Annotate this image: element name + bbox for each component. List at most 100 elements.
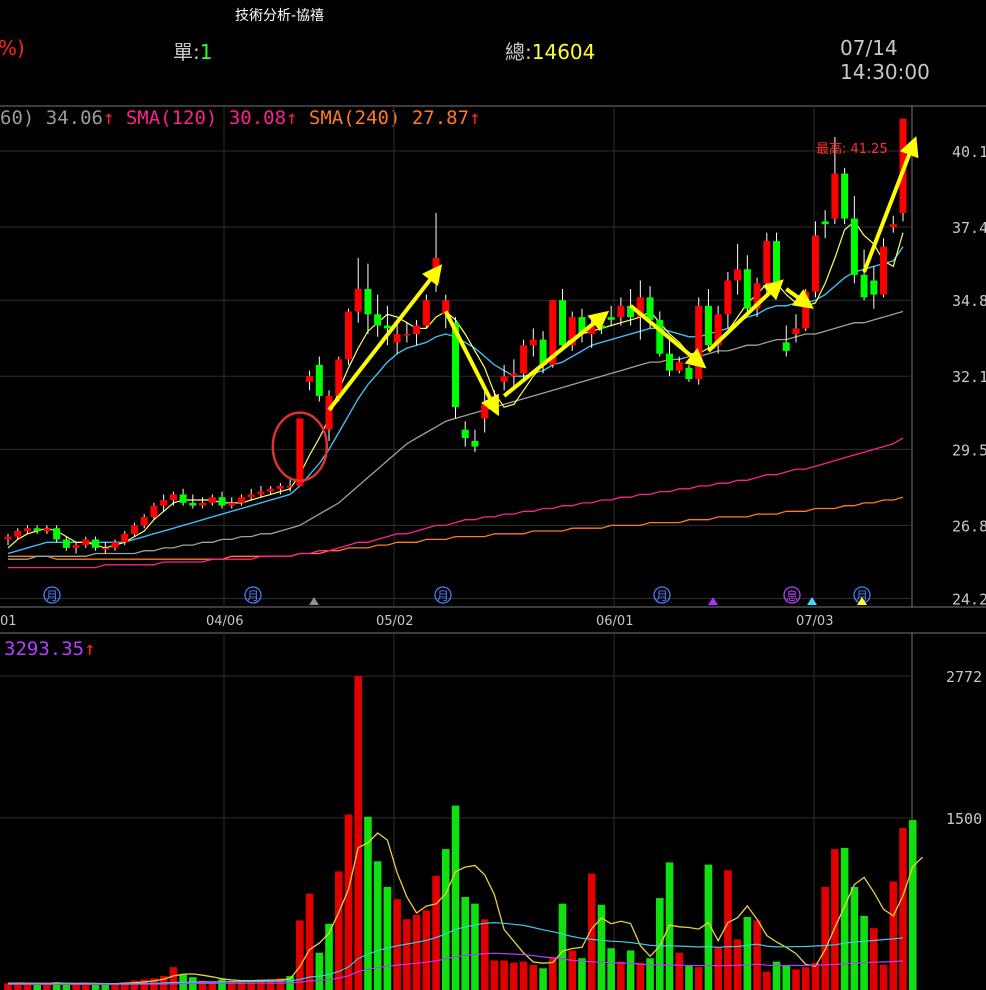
- candle-body: [82, 539, 90, 546]
- volume-tick-label: 1500: [946, 810, 982, 828]
- month-badge: 月: [43, 586, 61, 604]
- volume-bar: [685, 966, 693, 990]
- candle: [189, 494, 197, 509]
- candle: [529, 328, 537, 357]
- candle-body: [675, 362, 683, 371]
- month-badge: 月: [653, 586, 671, 604]
- volume-bar: [889, 881, 898, 990]
- volume-bar: [850, 886, 859, 990]
- volume-bar: [490, 960, 499, 990]
- volume-bar: [344, 814, 353, 990]
- candle-body: [529, 339, 537, 346]
- candle: [4, 533, 12, 546]
- candle: [306, 370, 314, 391]
- candle-body: [53, 528, 61, 540]
- candle-body: [841, 173, 849, 219]
- candle-body: [325, 395, 333, 430]
- price-tick-label: 29.5: [952, 441, 986, 459]
- candle-body: [520, 345, 528, 374]
- candle-body: [257, 491, 265, 495]
- volume-bar: [801, 967, 810, 990]
- candle: [850, 196, 858, 284]
- candle: [471, 429, 479, 453]
- candle: [889, 215, 897, 233]
- candle-body: [383, 325, 391, 329]
- volume-bar: [500, 960, 508, 990]
- date-tick-label: 05/02: [376, 614, 413, 629]
- candle-body: [4, 536, 12, 540]
- candle-body: [889, 224, 897, 228]
- candle: [228, 497, 236, 509]
- candle-body: [315, 364, 323, 396]
- candle-body: [617, 305, 625, 318]
- volume-bar: [724, 870, 732, 990]
- badge-text: 月: [46, 589, 58, 603]
- volume-bar: [441, 849, 450, 990]
- sma-120-line: [8, 437, 904, 569]
- candle-body: [422, 300, 430, 326]
- volume-bar: [237, 981, 246, 990]
- candle-body: [218, 497, 226, 506]
- candle: [237, 494, 245, 506]
- volume-bar: [393, 899, 401, 990]
- candle-body: [267, 488, 275, 492]
- candle: [247, 488, 255, 501]
- candle-body: [471, 440, 479, 447]
- candle: [695, 297, 703, 385]
- candle-body: [811, 235, 819, 292]
- candle-body: [880, 246, 888, 295]
- candle: [773, 232, 781, 295]
- candle: [870, 266, 878, 309]
- candle-body: [23, 528, 31, 532]
- volume-bar: [354, 676, 363, 990]
- candle-body: [140, 516, 148, 526]
- candle: [860, 249, 868, 301]
- candle: [111, 539, 119, 551]
- volume-bar: [403, 919, 411, 990]
- volume-bar: [218, 979, 226, 990]
- candle-body: [150, 505, 158, 517]
- volume-bar: [899, 827, 907, 990]
- candle: [33, 525, 41, 534]
- volume-bar: [451, 805, 460, 990]
- price-tick-label: 34.8: [952, 292, 986, 310]
- candle: [53, 525, 61, 543]
- candle: [880, 238, 888, 298]
- candle-body: [695, 305, 703, 380]
- volume-bar: [568, 950, 577, 990]
- candle-body: [413, 325, 421, 334]
- volume-bar: [480, 919, 489, 990]
- volume-bar: [870, 928, 878, 990]
- candle: [374, 294, 382, 337]
- candle-body: [276, 485, 284, 489]
- technical-chart[interactable]: 最高: 41.25月月月月息月 40.137.434.832.129.526.8…: [0, 0, 986, 990]
- candle-body: [666, 353, 674, 371]
- candle: [666, 336, 674, 377]
- candle-body: [374, 314, 382, 326]
- candle: [179, 488, 187, 506]
- candle: [315, 356, 323, 402]
- date-tick-label: 06/01: [596, 614, 633, 629]
- candle: [403, 322, 411, 343]
- candle: [296, 418, 304, 486]
- candle-body: [510, 373, 518, 377]
- volume-bar: [675, 952, 684, 990]
- candle-body: [597, 325, 605, 329]
- candle: [364, 263, 372, 334]
- sma-240-line: [8, 496, 904, 560]
- volume-bar: [840, 847, 849, 990]
- candle-body: [782, 342, 790, 351]
- volume-bar: [383, 886, 392, 990]
- volume-bar: [510, 962, 518, 990]
- candle-body: [101, 547, 109, 550]
- candle: [724, 272, 732, 329]
- candle: [344, 308, 352, 365]
- candle-body: [607, 317, 615, 320]
- volume-bar: [636, 962, 645, 990]
- candle-body: [403, 333, 411, 336]
- candle-body: [773, 241, 781, 292]
- month-badge: 月: [434, 586, 452, 604]
- volume-bar: [607, 948, 615, 990]
- candle-body: [559, 300, 567, 346]
- candle-body: [802, 291, 810, 329]
